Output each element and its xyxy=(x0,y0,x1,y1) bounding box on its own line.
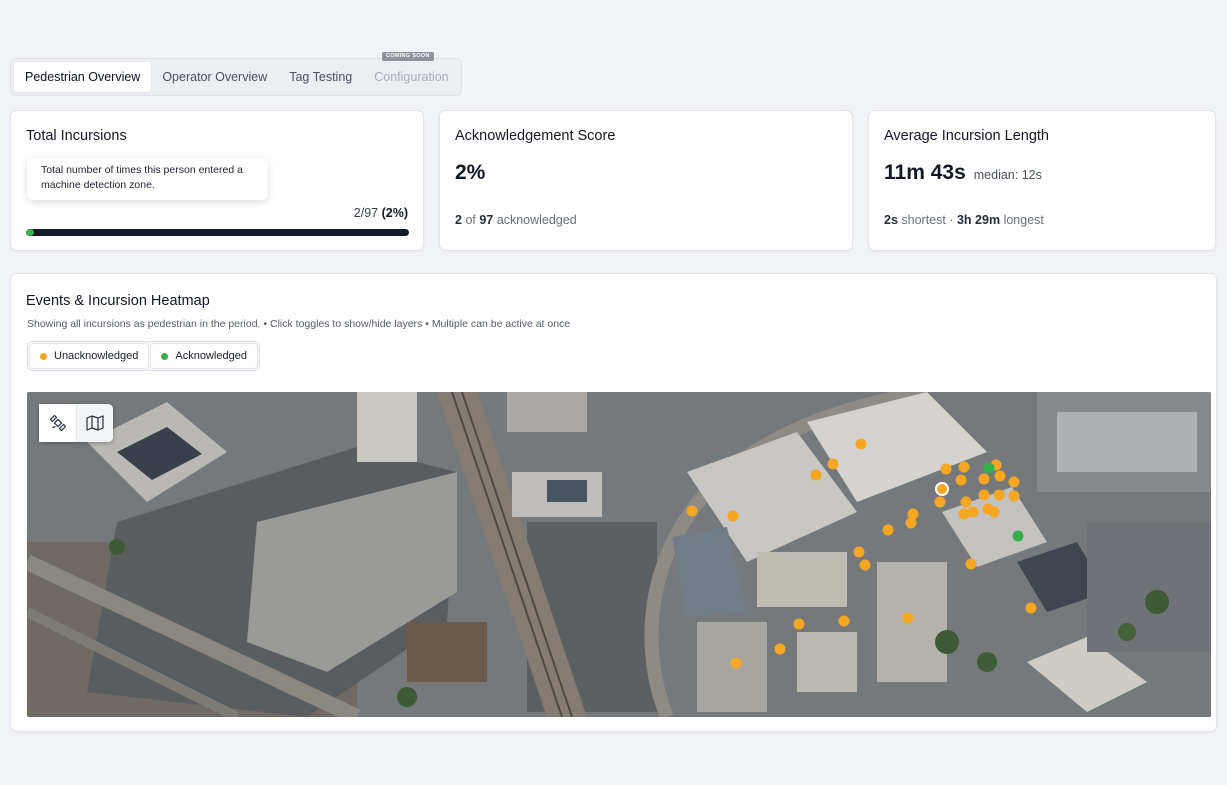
view-tabs: Pedestrian Overview Operator Overview Ta… xyxy=(10,58,462,96)
toggle-label: Unacknowledged xyxy=(54,350,139,362)
ack-count: 2 xyxy=(455,213,462,227)
heatmap-card: Events & Incursion Heatmap Showing all i… xyxy=(10,273,1217,732)
unacknowledged-incursion-marker[interactable] xyxy=(730,657,742,669)
satellite-map[interactable] xyxy=(27,392,1211,717)
unacknowledged-incursion-marker[interactable] xyxy=(1025,602,1037,614)
unacknowledged-incursion-marker[interactable] xyxy=(1008,490,1020,502)
unacknowledged-incursion-marker[interactable] xyxy=(859,559,871,571)
layer-toggles: Unacknowledged Acknowledged xyxy=(27,341,260,371)
unacknowledged-incursion-marker[interactable] xyxy=(1008,476,1020,488)
unacknowledged-incursion-marker[interactable] xyxy=(965,558,977,570)
shortest-value: 2s xyxy=(884,213,898,227)
ratio-text: 2/97 xyxy=(353,206,379,220)
total-incursions-card: Total Incursions Total number of times t… xyxy=(10,110,424,251)
incursion-ratio: 2/97 (2%) xyxy=(354,206,408,220)
toggle-label: Acknowledged xyxy=(175,350,247,362)
ratio-percent: (2%) xyxy=(381,206,408,220)
card-title: Events & Incursion Heatmap xyxy=(26,293,210,309)
acknowledgement-score-card: Acknowledgement Score 2% 2 of 97 acknowl… xyxy=(439,110,853,251)
satellite-icon xyxy=(49,415,66,431)
acknowledged-incursion-marker[interactable] xyxy=(983,462,995,474)
unacknowledged-incursion-marker[interactable] xyxy=(978,489,990,501)
unacknowledged-incursion-marker[interactable] xyxy=(882,524,894,536)
unacknowledged-incursion-marker[interactable] xyxy=(940,463,952,475)
unacknowledged-incursion-marker[interactable] xyxy=(905,517,917,529)
unacknowledged-dot-icon xyxy=(40,352,47,360)
unacknowledged-incursion-marker[interactable] xyxy=(958,461,970,473)
ack-suffix: acknowledged xyxy=(496,213,577,227)
card-title: Acknowledgement Score xyxy=(455,128,616,144)
avg-value: 11m 43s xyxy=(884,161,966,184)
unacknowledged-incursion-marker[interactable] xyxy=(793,618,805,630)
map-icon xyxy=(86,415,104,431)
map-view-button[interactable] xyxy=(76,404,113,442)
ack-score-value: 2% xyxy=(455,161,486,184)
unacknowledged-incursion-marker[interactable] xyxy=(955,474,967,486)
satellite-view-button[interactable] xyxy=(39,404,76,442)
unacknowledged-incursion-marker[interactable] xyxy=(727,510,739,522)
unacknowledged-incursion-marker[interactable] xyxy=(958,508,970,520)
incursion-progress-bar xyxy=(26,229,409,236)
ack-summary: 2 of 97 acknowledged xyxy=(455,213,577,227)
toggle-unacknowledged[interactable]: Unacknowledged xyxy=(30,344,149,368)
selected-incursion-marker[interactable] xyxy=(935,482,949,496)
ack-of: of xyxy=(465,213,476,227)
unacknowledged-incursion-marker[interactable] xyxy=(774,643,786,655)
unacknowledged-incursion-marker[interactable] xyxy=(838,615,850,627)
acknowledged-dot-icon xyxy=(161,352,169,360)
unacknowledged-incursion-marker[interactable] xyxy=(686,505,698,517)
longest-value: 3h 29m xyxy=(956,213,1001,227)
unacknowledged-incursion-marker[interactable] xyxy=(978,473,990,485)
acknowledged-incursion-marker[interactable] xyxy=(1012,530,1024,542)
unacknowledged-incursion-marker[interactable] xyxy=(810,469,822,481)
unacknowledged-incursion-marker[interactable] xyxy=(988,506,1000,518)
tab-configuration: Configuration xyxy=(374,70,449,84)
longest-label: longest xyxy=(1003,213,1044,227)
toggle-acknowledged[interactable]: Acknowledged xyxy=(151,344,257,368)
length-range: 2s shortest · 3h 29m longest xyxy=(884,213,1044,227)
unacknowledged-incursion-marker[interactable] xyxy=(993,489,1005,501)
unacknowledged-incursion-marker[interactable] xyxy=(827,458,839,470)
unacknowledged-incursion-marker[interactable] xyxy=(855,438,867,450)
unacknowledged-incursion-marker[interactable] xyxy=(994,470,1006,482)
tab-tag-testing[interactable]: Tag Testing xyxy=(278,62,363,92)
median-value: median: 12s xyxy=(973,168,1042,182)
unacknowledged-incursion-marker[interactable] xyxy=(960,496,972,508)
ack-total: 97 xyxy=(479,213,494,227)
shortest-label: shortest · xyxy=(901,213,954,227)
card-title: Average Incursion Length xyxy=(884,128,1049,144)
unacknowledged-incursion-marker[interactable] xyxy=(853,546,865,558)
unacknowledged-incursion-marker[interactable] xyxy=(934,496,946,508)
unacknowledged-incursion-marker[interactable] xyxy=(902,612,914,624)
card-title: Total Incursions xyxy=(26,128,127,144)
progress-fill xyxy=(26,229,34,236)
map-imagery xyxy=(27,392,1211,717)
avg-length-value: 11m 43s median: 12s xyxy=(884,161,1042,185)
info-tooltip: Total number of times this person entere… xyxy=(27,158,268,200)
map-view-toggle xyxy=(39,404,113,442)
average-incursion-length-card: Average Incursion Length 11m 43s median: … xyxy=(868,110,1216,251)
tab-operator-overview[interactable]: Operator Overview xyxy=(151,62,278,92)
heatmap-description: Showing all incursions as pedestrian in … xyxy=(27,318,571,330)
coming-soon-badge: COMING SOON xyxy=(382,52,434,61)
tab-pedestrian-overview[interactable]: Pedestrian Overview xyxy=(14,62,152,92)
